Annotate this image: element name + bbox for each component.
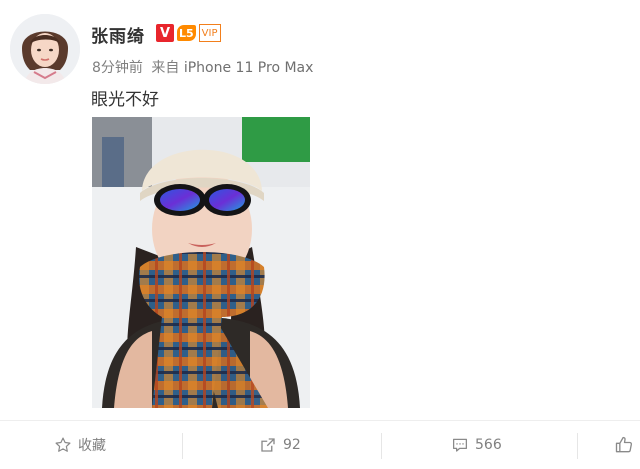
share-icon <box>261 438 275 452</box>
author-name[interactable]: 张雨绮 <box>91 22 145 47</box>
post-meta: 8分钟前 来自 iPhone 11 Pro Max <box>92 57 313 77</box>
favorite-label: 收藏 <box>78 438 106 454</box>
like-button[interactable] <box>614 421 640 469</box>
action-bar: 收藏 92 566 <box>0 421 640 469</box>
comment-button[interactable]: 566 <box>451 421 502 469</box>
post-text: 眼光不好 <box>91 90 159 110</box>
action-separator <box>577 433 578 459</box>
author-badges: V L5 VIP <box>156 24 221 42</box>
favorite-button[interactable]: 收藏 <box>54 421 106 469</box>
vip-badge[interactable]: VIP <box>198 24 221 42</box>
comment-icon <box>452 438 468 452</box>
level-badge[interactable]: L5 <box>177 25 196 41</box>
repost-count: 92 <box>283 437 301 453</box>
source-prefix: 来自 <box>151 60 180 76</box>
action-separator <box>182 433 183 459</box>
post-time[interactable]: 8分钟前 <box>92 60 143 76</box>
action-separator <box>381 433 382 459</box>
avatar-photo <box>10 14 80 84</box>
post-image[interactable] <box>92 117 310 408</box>
source-device[interactable]: iPhone 11 Pro Max <box>184 60 314 76</box>
like-icon <box>615 436 633 453</box>
avatar[interactable] <box>10 14 80 84</box>
verified-badge[interactable]: V <box>156 24 174 42</box>
star-icon <box>55 437 71 452</box>
repost-button[interactable]: 92 <box>259 421 301 469</box>
selfie-photo <box>92 117 310 408</box>
comment-count: 566 <box>475 437 502 453</box>
